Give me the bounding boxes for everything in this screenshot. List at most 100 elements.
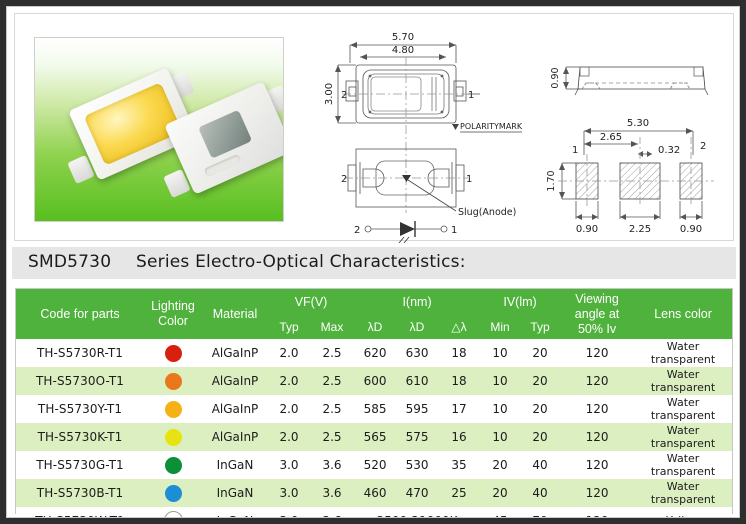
cell-delta-lambda: 17 xyxy=(438,395,481,423)
cell-vf-typ: 3.0 xyxy=(268,479,310,507)
cell-lighting-color xyxy=(144,367,202,395)
cell-code: TH-S5730B-T1 xyxy=(16,479,144,507)
cell-material: InGaN xyxy=(202,507,268,517)
table-row: TH-S5730K-T1 AlGaInP 2.0 2.5 565 575 16 10 20 120… xyxy=(16,423,733,451)
cell-iv-min: 45 xyxy=(480,507,521,517)
svg-text:1.70: 1.70 xyxy=(546,170,557,191)
subcol-iv-typ: Typ xyxy=(520,315,561,339)
cell-vf-typ: 2.0 xyxy=(268,339,310,367)
svg-text:2: 2 xyxy=(354,225,360,236)
color-swatch-yellow xyxy=(164,428,182,446)
cell-code: TH-S5730O-T1 xyxy=(16,367,144,395)
col-code-for-parts: Code for parts xyxy=(16,289,144,339)
subcol-lambda-d1: λD xyxy=(354,315,397,339)
cell-code: TH-S5730R-T1 xyxy=(16,339,144,367)
cell-code: TH-S5730W-T1 xyxy=(16,507,144,517)
cell-lambda-d1: 585 xyxy=(354,395,397,423)
cell-vf-max: 3.6 xyxy=(310,507,355,517)
col-vf-group: VF(V) xyxy=(268,289,355,315)
cell-material: AlGaInP xyxy=(202,395,268,423)
svg-text:5.70: 5.70 xyxy=(392,32,414,43)
subcol-vf-max: Max xyxy=(310,315,355,339)
cell-material: AlGaInP xyxy=(202,339,268,367)
svg-text:0.90: 0.90 xyxy=(550,67,561,88)
svg-text:3.00: 3.00 xyxy=(324,83,335,105)
cell-lambda-d1: 460 xyxy=(354,479,397,507)
cell-code: TH-S5730G-T1 xyxy=(16,451,144,479)
cell-delta-lambda: 35 xyxy=(438,451,481,479)
cell-iv-min: 10 xyxy=(480,367,521,395)
cell-lambda-d2: 630 xyxy=(396,339,439,367)
svg-text:Slug(Anode): Slug(Anode) xyxy=(458,207,516,218)
svg-text:2: 2 xyxy=(341,90,347,101)
viewing-line1: Viewing xyxy=(575,291,619,306)
table-body: TH-S5730R-T1 AlGaInP 2.0 2.5 620 630 18 10 20 120… xyxy=(16,339,733,517)
cell-iv-min: 20 xyxy=(480,479,521,507)
svg-text:2.25: 2.25 xyxy=(629,224,651,235)
cell-material: AlGaInP xyxy=(202,423,268,451)
specifications-table: Code for parts Lighting Color Material V… xyxy=(15,288,733,517)
color-swatch-orange xyxy=(164,372,182,390)
package-drawing-middle: 5.70 4.80 3.00 2 1 POLARITYMARK 2 1 Slug… xyxy=(308,23,528,243)
part-number-label: SMD5730 xyxy=(28,252,112,272)
cell-material: InGaN xyxy=(202,479,268,507)
cell-lambda-d1: 600 xyxy=(354,367,397,395)
lighting-line1: Lighting xyxy=(151,299,195,313)
cell-code: TH-S5730K-T1 xyxy=(16,423,144,451)
cell-iv-typ: 70 xyxy=(520,507,561,517)
cell-iv-min: 10 xyxy=(480,395,521,423)
cell-lambda-d2: 610 xyxy=(396,367,439,395)
electro-optical-table: Code for parts Lighting Color Material V… xyxy=(16,289,733,517)
col-lighting-color: Lighting Color xyxy=(144,289,202,339)
cell-lens-color: Water transparent xyxy=(634,339,733,367)
table-row: TH-S5730R-T1 AlGaInP 2.0 2.5 620 630 18 10 20 120… xyxy=(16,339,733,367)
col-iv-group: IV(lm) xyxy=(480,289,561,315)
cell-vf-max: 2.5 xyxy=(310,395,355,423)
cell-iv-typ: 20 xyxy=(520,367,561,395)
cell-viewing-angle: 120 xyxy=(560,395,635,423)
cell-viewing-angle: 120 xyxy=(560,507,635,517)
color-swatch-blue xyxy=(164,484,182,502)
figures-panel: 5.70 4.80 3.00 2 1 POLARITYMARK 2 1 Slug… xyxy=(12,11,736,243)
cell-iv-typ: 40 xyxy=(520,451,561,479)
product-photo xyxy=(34,37,284,222)
subcol-iv-min: Min xyxy=(480,315,521,339)
cell-iv-typ: 20 xyxy=(520,339,561,367)
cell-lens-color: Yellow xyxy=(634,507,733,517)
cell-viewing-angle: 120 xyxy=(560,451,635,479)
svg-text:1: 1 xyxy=(572,145,578,156)
cell-lighting-color xyxy=(144,395,202,423)
lighting-line2: Color xyxy=(158,314,188,328)
cell-viewing-angle: 120 xyxy=(560,339,635,367)
color-swatch-white xyxy=(163,511,183,517)
col-viewing-angle: Viewing angle at 50% Iv xyxy=(560,289,635,339)
cell-iv-typ: 40 xyxy=(520,479,561,507)
led-slot xyxy=(203,153,242,178)
cell-delta-lambda: 18 xyxy=(438,339,481,367)
cell-iv-min: 10 xyxy=(480,423,521,451)
cell-lighting-color xyxy=(144,479,202,507)
cell-color-temperature: 2500-21000K xyxy=(354,507,481,517)
section-title-bar: SMD5730 Series Electro-Optical Character… xyxy=(12,247,736,279)
cell-lambda-d1: 520 xyxy=(354,451,397,479)
page-title: Series Electro-Optical Characteristics: xyxy=(136,252,466,272)
cell-iv-min: 20 xyxy=(480,451,521,479)
cell-delta-lambda: 18 xyxy=(438,367,481,395)
cell-vf-typ: 2.0 xyxy=(268,423,310,451)
col-lens-color: Lens color xyxy=(634,289,733,339)
cell-lighting-color xyxy=(144,423,202,451)
cell-delta-lambda: 16 xyxy=(438,423,481,451)
table-row: TH-S5730G-T1 InGaN 3.0 3.6 520 530 35 20 40 120 Wa… xyxy=(16,451,733,479)
svg-text:2: 2 xyxy=(700,141,706,152)
svg-text:1: 1 xyxy=(466,174,472,185)
cell-lighting-color xyxy=(144,339,202,367)
svg-text:0.32: 0.32 xyxy=(658,145,680,156)
subcol-lambda-d2: λD xyxy=(396,315,439,339)
cell-lens-color: Water transparent xyxy=(634,423,733,451)
cell-viewing-angle: 120 xyxy=(560,423,635,451)
col-material: Material xyxy=(202,289,268,339)
cell-lambda-d2: 575 xyxy=(396,423,439,451)
color-swatch-amber xyxy=(164,400,182,418)
svg-text:2: 2 xyxy=(341,174,347,185)
viewing-line3: 50% Iv xyxy=(577,321,617,336)
